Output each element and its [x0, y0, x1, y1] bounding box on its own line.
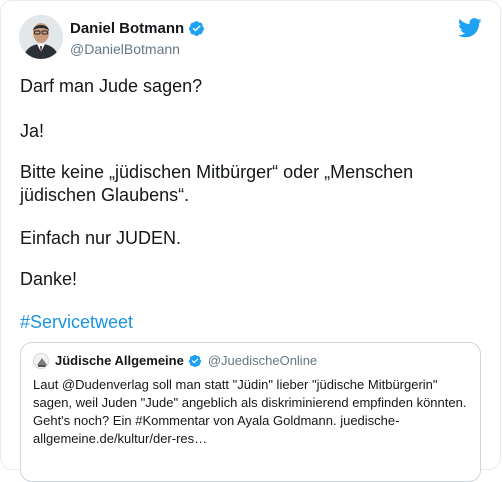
avatar[interactable] — [19, 15, 63, 59]
author-handle[interactable]: @DanielBotmann — [70, 41, 180, 57]
quoted-avatar[interactable] — [33, 353, 49, 369]
quoted-tweet-text: Laut @Dudenverlag soll man statt "Jüdin"… — [33, 376, 467, 448]
tweet-text-line-6: Danke! — [20, 269, 78, 289]
quoted-display-name[interactable]: Jüdische Allgemeine — [55, 353, 184, 368]
tweet-text-line-1: Darf man Jude sagen? — [20, 76, 203, 96]
tweet-card[interactable]: Daniel Botmann @DanielBotmann Darf man J… — [0, 0, 501, 482]
quoted-text-line-1: Laut @Dudenverlag soll man statt "Jüdin"… — [33, 377, 438, 392]
quoted-text-line-4: allgemeine.de/kultur/der-res… — [33, 431, 208, 446]
quoted-avatar-logo-icon — [34, 354, 48, 368]
tweet-text-line-4: jüdischen Glaubens“. — [20, 185, 190, 205]
verified-badge-icon — [189, 21, 205, 36]
avatar-portrait-icon — [19, 15, 63, 59]
hashtag-link[interactable]: #Servicetweet — [20, 310, 133, 334]
tweet-text-line-2: Ja! — [20, 121, 45, 141]
tweet-text-line-5: Einfach nur JUDEN. — [20, 228, 182, 248]
tweet-text-line-3: Bitte keine „jüdischen Mitbürger“ oder „… — [20, 162, 414, 182]
quoted-text-line-3: Geht's noch? Ein #Kommentar von Ayala Go… — [33, 413, 400, 428]
verified-badge-icon — [188, 354, 201, 367]
twitter-bird-icon[interactable] — [458, 18, 482, 38]
quoted-text-line-2: sagen, weil Juden "Jude" angeblich als d… — [33, 395, 467, 410]
quoted-handle[interactable]: @JuedischeOnline — [208, 353, 317, 368]
author-display-name[interactable]: Daniel Botmann — [70, 20, 184, 37]
quoted-tweet-card[interactable]: Jüdische Allgemeine @JuedischeOnline Lau… — [20, 342, 481, 482]
